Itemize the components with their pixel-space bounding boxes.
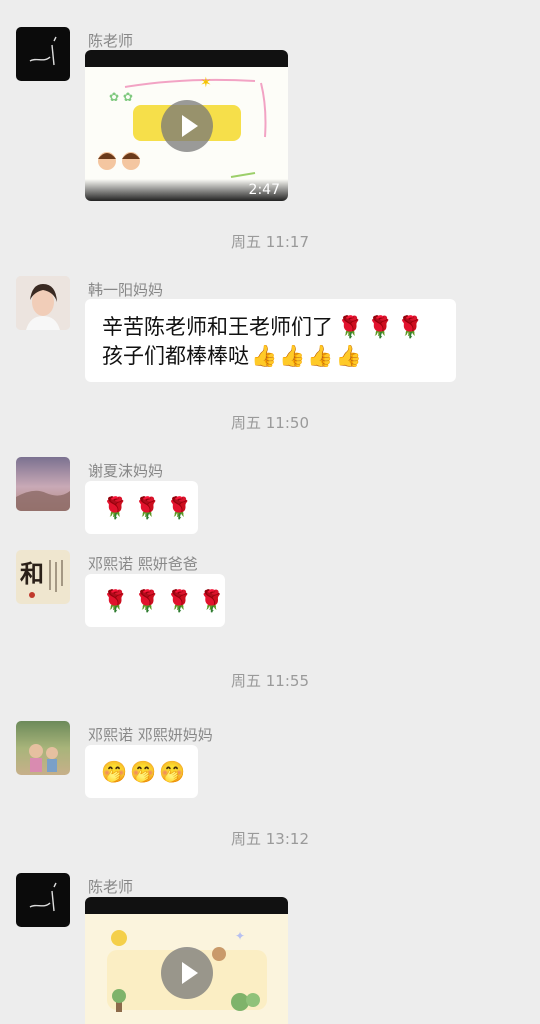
tulip-icon: 🌹 — [134, 588, 161, 613]
tulip-icon: 🌹 — [166, 588, 193, 613]
sender-name: 谢夏沫妈妈 — [88, 462, 164, 480]
video-message[interactable]: ✶ ✿ ✿ 2:47 — [85, 50, 288, 201]
video-duration: 2:47 — [248, 182, 280, 198]
thumbs-up-icon: 👍 — [307, 344, 334, 368]
sunset-image-icon — [16, 490, 70, 511]
tulip-icon: 🌹 — [134, 495, 161, 520]
video-thumbnail: ✦ — [85, 914, 288, 1024]
facepalm-emoji-icon: 🤭 — [130, 759, 157, 784]
thumbs-up-icon: 👍 — [279, 344, 306, 368]
tulip-icon: 🌹 — [337, 315, 364, 339]
svg-text:✶: ✶ — [200, 75, 212, 91]
tulip-icon: 🌹 — [367, 315, 394, 339]
sender-name: 陈老师 — [88, 878, 134, 896]
tulip-icon: 🌹 — [166, 495, 193, 520]
timestamp: 周五 11:50 — [231, 414, 309, 432]
photo-icon — [29, 744, 58, 772]
message-text-line-2: 孩子们都棒棒哒 — [102, 344, 249, 368]
play-button[interactable] — [161, 947, 213, 999]
play-button[interactable] — [161, 100, 213, 152]
calligraphy-lines-icon — [29, 560, 63, 598]
tulip-icon: 🌹 — [102, 588, 129, 613]
timestamp: 周五 13:12 — [231, 830, 309, 848]
tulip-icon: 🌹 — [198, 588, 225, 613]
thumbs-up-icon: 👍 — [335, 344, 362, 368]
video-top-bar — [85, 897, 288, 914]
video-thumbnail: ✶ ✿ ✿ 2:47 — [85, 67, 288, 201]
signature-icon — [29, 36, 57, 66]
facepalm-emoji-icon: 🤭 — [159, 759, 186, 784]
avatar-xie-xiamo-mama[interactable] — [16, 457, 70, 511]
video-message[interactable]: ✦ — [85, 897, 288, 1024]
avatar-chen-laoshi[interactable] — [16, 873, 70, 927]
avatar-deng-xino-baba[interactable]: 和 — [16, 550, 70, 604]
text-message-bubble[interactable]: 辛苦陈老师和王老师们了 🌹 🌹 🌹 孩子们都棒棒哒 👍 👍 👍 👍 — [85, 299, 456, 382]
avatar-chen-laoshi[interactable] — [16, 27, 70, 81]
sender-name: 邓熙诺 邓熙妍妈妈 — [88, 726, 213, 744]
portrait-icon — [16, 276, 70, 330]
thumbs-up-icon: 👍 — [251, 344, 278, 368]
tulip-icon: 🌹 — [102, 495, 129, 520]
message-text-line-1: 辛苦陈老师和王老师们了 — [102, 315, 333, 339]
avatar-han-yiyang-mama[interactable] — [16, 276, 70, 330]
emoji-message-bubble[interactable]: 🤭 🤭 🤭 — [85, 745, 198, 798]
avatar-deng-xiyan-mama[interactable] — [16, 721, 70, 775]
svg-text:✿ ✿: ✿ ✿ — [109, 90, 133, 104]
timestamp: 周五 11:55 — [231, 672, 309, 690]
timestamp: 周五 11:17 — [231, 233, 309, 251]
video-top-bar — [85, 50, 288, 67]
facepalm-emoji-icon: 🤭 — [101, 759, 128, 784]
sender-name: 陈老师 — [88, 32, 134, 50]
signature-icon — [29, 882, 57, 912]
tulip-icon: 🌹 — [397, 315, 424, 339]
svg-text:✦: ✦ — [235, 929, 245, 943]
sender-name: 韩一阳妈妈 — [88, 281, 164, 299]
emoji-message-bubble[interactable]: 🌹 🌹 🌹 — [85, 481, 198, 534]
emoji-message-bubble[interactable]: 🌹 🌹 🌹 🌹 — [85, 574, 225, 627]
sender-name: 邓熙诺 熙妍爸爸 — [88, 555, 198, 573]
